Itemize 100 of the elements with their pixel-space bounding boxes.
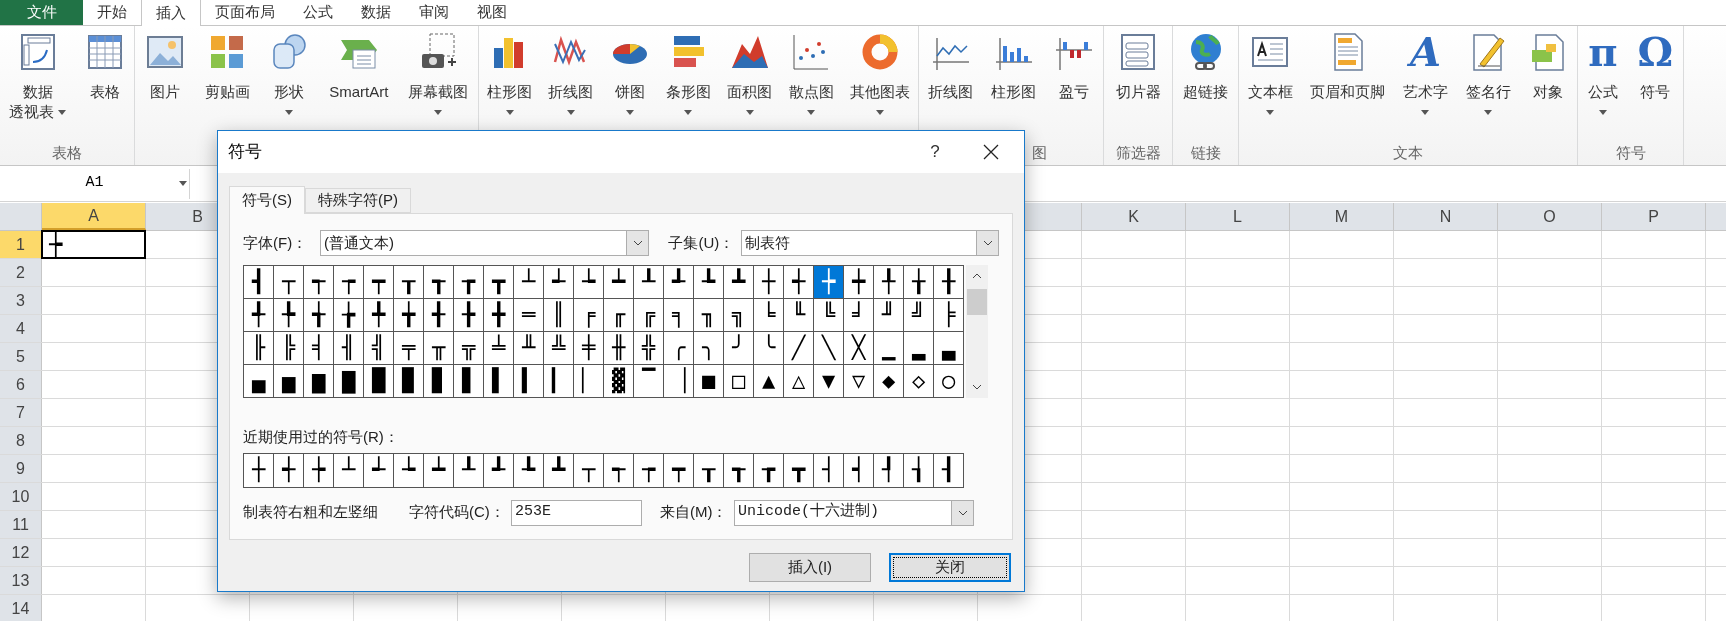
symbol-cell[interactable]: ▼ (814, 365, 844, 398)
symbol-cell[interactable]: ▎ (544, 365, 574, 398)
ribbon-tab[interactable]: 公式 (289, 0, 347, 25)
symbol-cell[interactable]: ╒ (574, 299, 604, 332)
symbol-cell[interactable]: ╪ (574, 332, 604, 365)
row-header[interactable]: 10 (0, 483, 42, 510)
symbol-cell[interactable]: ╂ (934, 266, 964, 299)
name-box[interactable]: A1 (0, 168, 190, 199)
symbol-cell[interactable]: ┱ (424, 266, 454, 299)
file-tab[interactable]: 文件 (0, 0, 83, 25)
symbol-cell[interactable]: ┭ (304, 266, 334, 299)
symbol-cell[interactable]: ┬ (274, 266, 304, 299)
symbol-cell[interactable]: ▇ (334, 365, 364, 398)
symbol-cell[interactable]: ╗ (724, 299, 754, 332)
symbol-cell[interactable]: ╅ (304, 299, 334, 332)
symbol-cell[interactable]: ╚ (814, 299, 844, 332)
symbol-cell[interactable]: ┳ (484, 266, 514, 299)
symbol-cell[interactable]: ┯ (364, 266, 394, 299)
symbol-cell[interactable]: ┮ (334, 266, 364, 299)
ribbon-button[interactable]: 切片器 (1112, 26, 1164, 142)
symbol-cell[interactable]: ╬ (634, 332, 664, 365)
symbol-cell[interactable]: ╙ (784, 299, 814, 332)
symbol-cell[interactable]: ┾ (814, 266, 844, 299)
symbol-cell[interactable]: ╠ (274, 332, 304, 365)
ribbon-button[interactable]: 其他图表 (846, 26, 913, 142)
symbol-cell[interactable]: ╝ (904, 299, 934, 332)
symbol-cell[interactable]: ╯ (724, 332, 754, 365)
symbol-cell[interactable]: ╲ (814, 332, 844, 365)
symbol-cell[interactable]: ▽ (844, 365, 874, 398)
ribbon-button[interactable]: 柱形图 (988, 26, 1039, 142)
symbol-cell[interactable]: █ (364, 365, 394, 398)
symbol-cell[interactable]: ╫ (604, 332, 634, 365)
symbol-cell[interactable]: ▊ (424, 365, 454, 398)
symbol-cell[interactable]: ▆ (304, 365, 334, 398)
ribbon-tab[interactable]: 数据 (347, 0, 405, 25)
symbol-cell[interactable]: ▌ (484, 365, 514, 398)
symbol-cell[interactable]: ╄ (274, 299, 304, 332)
symbol-cell[interactable]: ▏ (574, 365, 604, 398)
row-header[interactable]: 1 (0, 231, 42, 258)
font-dropdown[interactable]: (普通文本) (319, 230, 650, 256)
symbol-cell[interactable]: ╉ (424, 299, 454, 332)
ribbon-button[interactable]: 图片 (141, 26, 188, 142)
symbol-cell[interactable]: ▕ (664, 365, 694, 398)
row-header[interactable]: 11 (0, 511, 42, 538)
symbol-cell[interactable]: ┵ (544, 266, 574, 299)
symbol-cell[interactable]: ▃ (934, 332, 964, 365)
symbol-cell[interactable]: ╕ (664, 299, 694, 332)
symbol-cell[interactable]: ╇ (364, 299, 394, 332)
symbol-cell[interactable]: ╳ (844, 332, 874, 365)
ribbon-button[interactable]: 签名行 (1462, 26, 1514, 142)
column-header[interactable]: A (42, 203, 146, 230)
row-header[interactable]: 5 (0, 343, 42, 370)
symbol-cell[interactable]: ╖ (694, 299, 724, 332)
column-header[interactable]: M (1290, 203, 1394, 230)
symbol-cell[interactable]: ▄ (244, 365, 274, 398)
scroll-thumb[interactable] (967, 289, 987, 315)
symbol-cell[interactable]: ┷ (604, 266, 634, 299)
ribbon-button[interactable]: 折线图 (545, 26, 597, 142)
ribbon-button[interactable]: 页眉和页脚 (1307, 26, 1389, 142)
symbol-cell[interactable]: ╞ (934, 299, 964, 332)
symbol-cell[interactable]: ▍ (514, 365, 544, 398)
row-header[interactable]: 2 (0, 259, 42, 286)
dialog-tab[interactable]: 符号(S) (229, 186, 305, 214)
ribbon-tab[interactable]: 插入 (141, 0, 201, 26)
symbol-cell[interactable]: ╥ (424, 332, 454, 365)
ribbon-button[interactable]: 对象 (1525, 26, 1572, 142)
column-header[interactable]: N (1394, 203, 1498, 230)
symbol-cell[interactable]: ┫ (244, 266, 274, 299)
ribbon-tab[interactable]: 开始 (83, 0, 141, 25)
ribbon-tab[interactable]: 视图 (463, 0, 521, 25)
symbol-cell[interactable]: ◇ (904, 365, 934, 398)
symbol-cell[interactable]: ▁ (874, 332, 904, 365)
symbol-cell[interactable]: ▅ (274, 365, 304, 398)
symbol-cell[interactable]: ■ (694, 365, 724, 398)
row-header[interactable]: 8 (0, 427, 42, 454)
row-header[interactable]: 14 (0, 595, 42, 621)
symbol-cell[interactable]: ╁ (904, 266, 934, 299)
dialog-button[interactable]: 关闭 (889, 553, 1011, 582)
symbol-cell[interactable]: ╈ (394, 299, 424, 332)
symbol-cell[interactable]: ╱ (784, 332, 814, 365)
ribbon-button[interactable]: 柱形图 (484, 26, 536, 142)
symbol-cell[interactable]: ┺ (694, 266, 724, 299)
row-header[interactable]: 4 (0, 315, 42, 342)
symbol-cell[interactable]: ▔ (634, 365, 664, 398)
scrollbar[interactable] (966, 265, 988, 398)
symbol-cell[interactable]: ╣ (364, 332, 394, 365)
symbol-cell[interactable]: ▉ (394, 365, 424, 398)
ribbon-tab[interactable]: 审阅 (405, 0, 463, 25)
symbol-cell[interactable]: ╧ (484, 332, 514, 365)
ribbon-button[interactable]: 表格 (81, 26, 128, 142)
symbol-cell[interactable]: ╊ (454, 299, 484, 332)
ribbon-tab[interactable]: 页面布局 (201, 0, 289, 25)
dialog-button[interactable]: 插入(I) (749, 553, 871, 582)
symbol-cell[interactable]: ╡ (304, 332, 334, 365)
symbol-cell[interactable]: ╆ (334, 299, 364, 332)
symbol-cell[interactable]: ╭ (664, 332, 694, 365)
symbol-cell[interactable]: ╰ (754, 332, 784, 365)
ribbon-button[interactable]: 剪贴画 (201, 26, 253, 142)
symbol-cell[interactable]: ═ (514, 299, 544, 332)
symbol-cell[interactable]: ┰ (394, 266, 424, 299)
